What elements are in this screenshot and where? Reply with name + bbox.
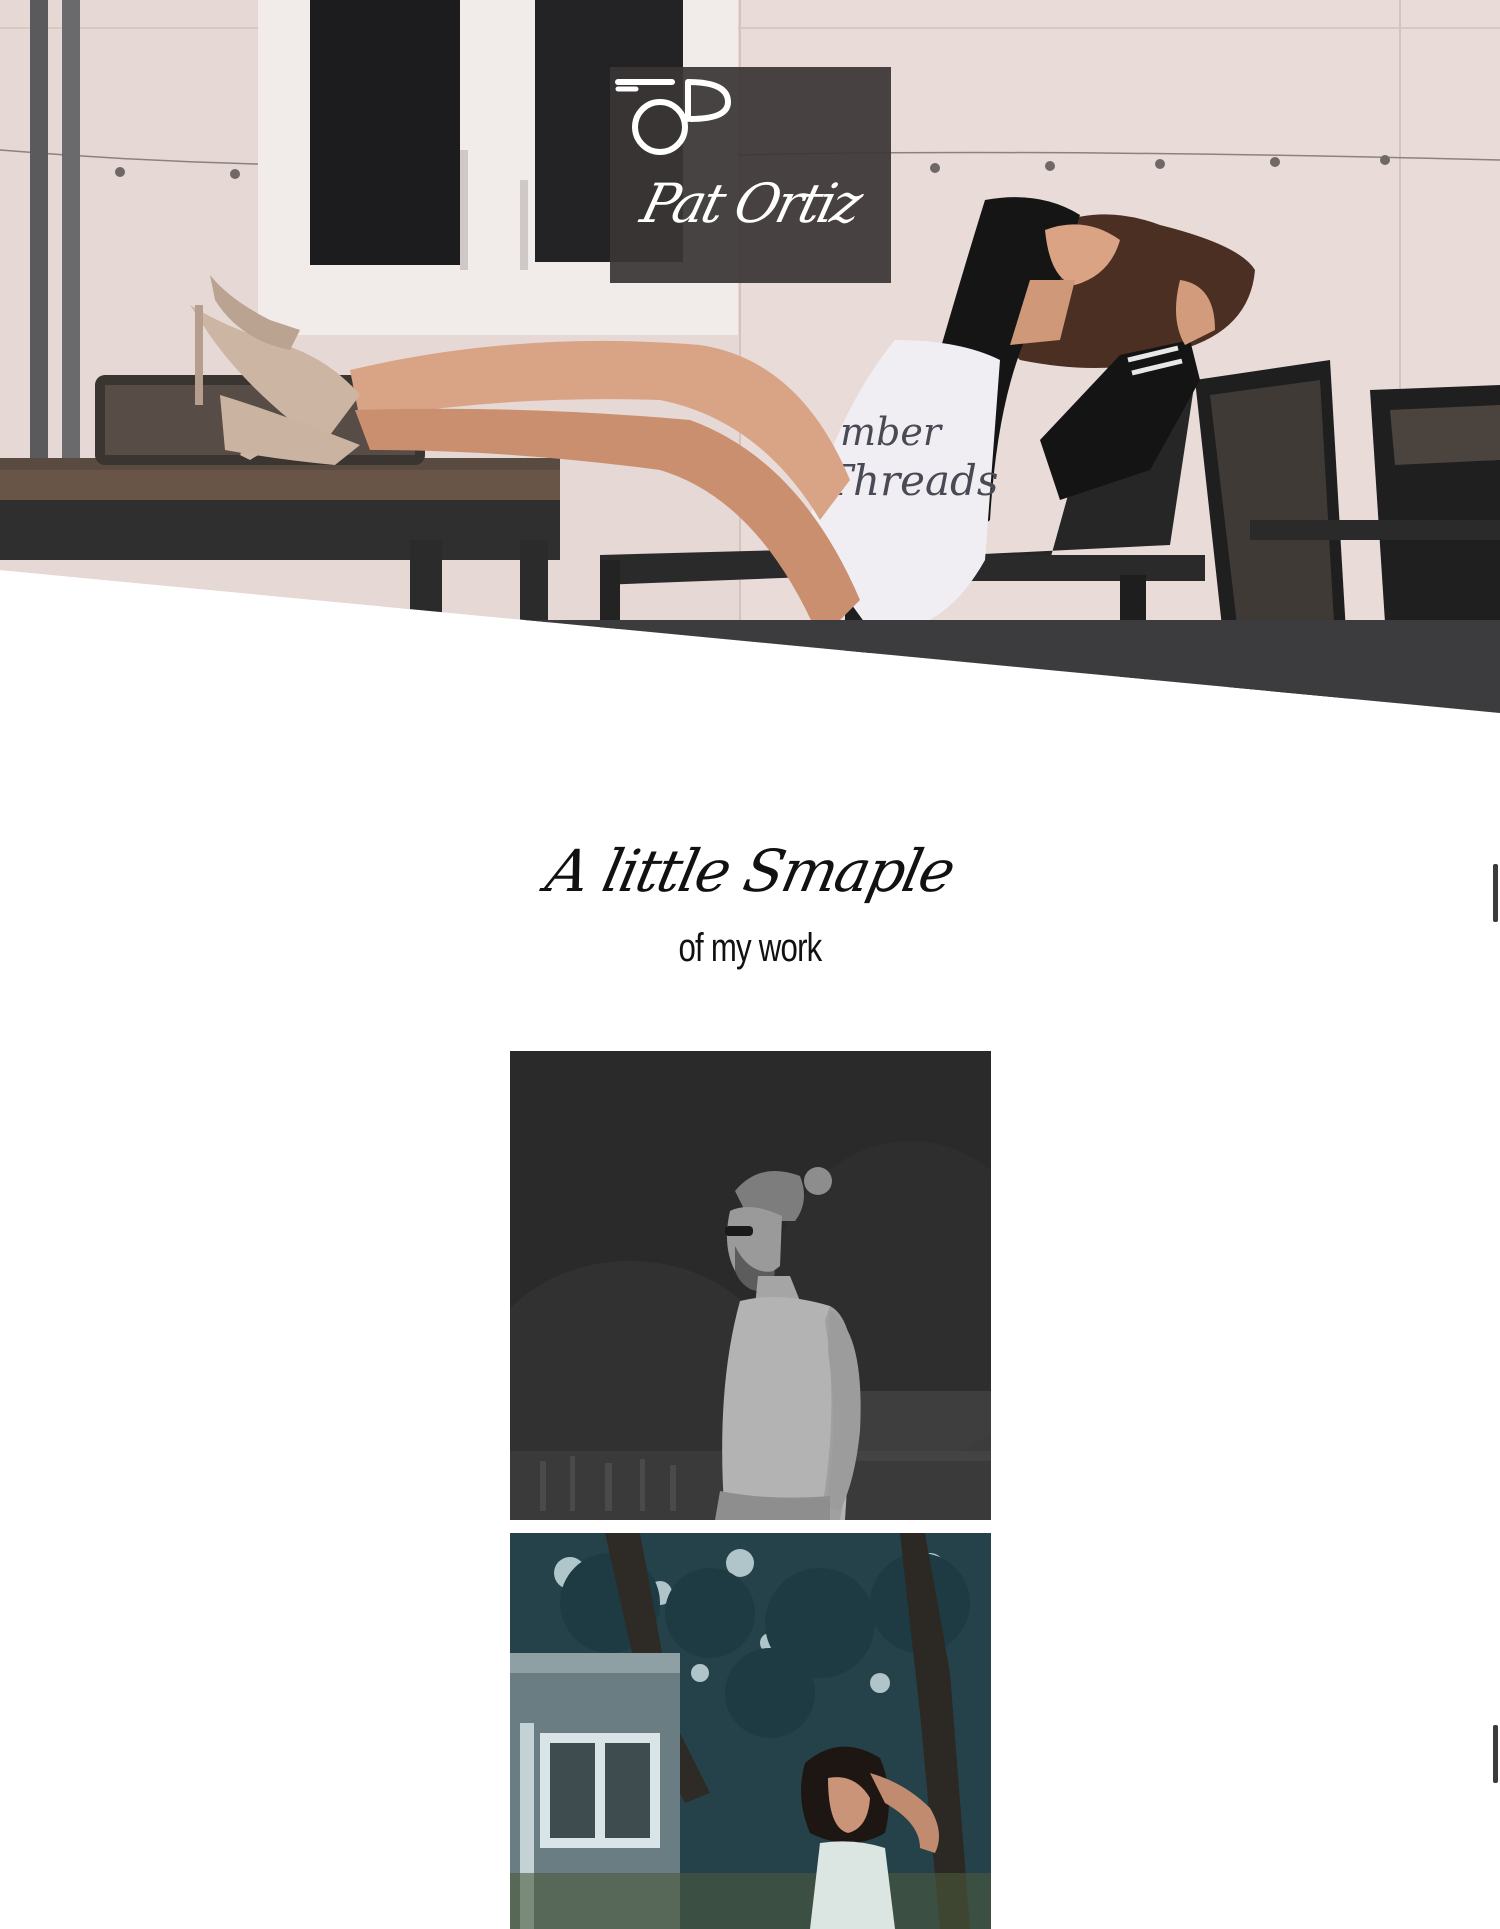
page: mber Threads Pat Ortiz A little Smaple o… (0, 0, 1500, 1929)
shirt-print-line2: Threads (825, 456, 998, 505)
gallery-item-portrait-man[interactable] (510, 1051, 991, 1520)
portrait-woman-photo (510, 1533, 991, 1929)
camera-monogram-icon (615, 79, 732, 155)
gallery-item-portrait-woman[interactable] (510, 1533, 991, 1929)
hero-banner: mber Threads Pat Ortiz (0, 0, 1500, 713)
side-scroll-marker[interactable] (1493, 864, 1498, 922)
section-subtitle: of my work (678, 926, 822, 970)
portrait-man-photo (510, 1051, 991, 1520)
side-scroll-marker[interactable] (1493, 1725, 1498, 1783)
section-script-title: A little Smaple (540, 837, 960, 905)
logo-badge[interactable]: Pat Ortiz (610, 67, 891, 283)
brand-name: Pat Ortiz (635, 172, 867, 235)
shirt-print-line1: mber (840, 410, 944, 454)
